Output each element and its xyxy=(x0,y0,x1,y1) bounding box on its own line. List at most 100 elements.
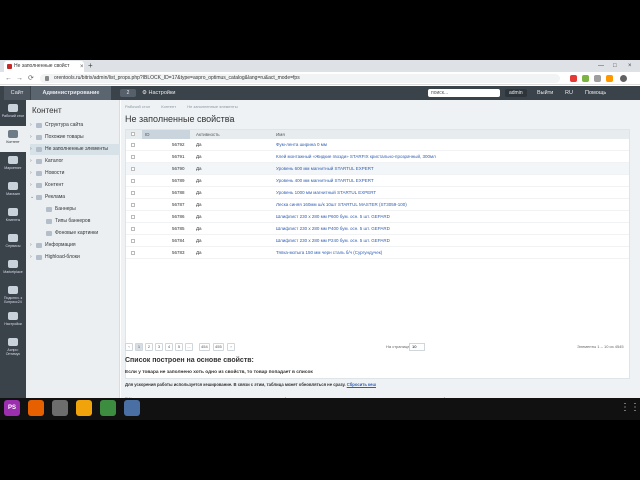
tab-close-icon[interactable]: × xyxy=(80,62,84,72)
select-all-checkbox[interactable] xyxy=(131,132,135,136)
sidebar-item[interactable]: Подключ. к Битрикс24 xyxy=(0,282,26,308)
page-button[interactable]: › xyxy=(227,343,235,351)
tree-item[interactable]: › Не заполненные элементы xyxy=(30,144,120,155)
cell-name-link[interactable]: Клей монтажный «Жидкие гвозди» STARFIX к… xyxy=(276,151,436,163)
column-header-name[interactable]: Имя xyxy=(276,130,285,139)
cell-name-link[interactable]: Фум-лента ширина 0 мм xyxy=(276,139,327,151)
help-link[interactable]: Помощь xyxy=(585,86,606,100)
row-checkbox[interactable] xyxy=(131,143,135,147)
close-window-icon[interactable]: × xyxy=(628,60,632,72)
page-button[interactable]: 1 xyxy=(135,343,143,351)
screenshot-icon[interactable] xyxy=(124,400,140,416)
tree-toggle-icon[interactable]: › xyxy=(30,132,32,143)
table-row[interactable]: 56787 Да Леска синяя 160мм ш/к 10шт STARTU… xyxy=(126,199,629,211)
row-checkbox[interactable] xyxy=(131,203,135,207)
row-checkbox[interactable] xyxy=(131,191,135,195)
table-row[interactable]: 56792 Да Фум-лента ширина 0 мм xyxy=(126,139,629,151)
tree-item[interactable]: Типы баннеров xyxy=(40,216,130,227)
column-header-active[interactable]: Активность xyxy=(196,130,220,139)
tree-toggle-icon[interactable]: › xyxy=(30,180,32,191)
tree-item[interactable]: › Новости xyxy=(30,168,120,179)
sidebar-item[interactable]: Настройки xyxy=(0,308,26,334)
extension-icon[interactable] xyxy=(582,75,589,82)
admin-search-input[interactable]: поиск... xyxy=(428,89,500,97)
tree-item[interactable]: › Каталог xyxy=(30,156,120,167)
cell-name-link[interactable]: Шлифлист 230 х 280 мм P240 бум. осн. 5 ш… xyxy=(276,235,390,247)
new-tab-icon[interactable]: + xyxy=(88,60,93,72)
minimize-icon[interactable]: — xyxy=(598,60,604,72)
profile-icon[interactable] xyxy=(620,75,627,82)
cell-name-link[interactable]: Шлифлист 230 х 280 мм P400 бум. осн. 5 ш… xyxy=(276,223,390,235)
row-checkbox[interactable] xyxy=(131,227,135,231)
tree-item[interactable]: ⌄ Реклама xyxy=(30,192,120,203)
sidebar-item[interactable]: Рабочий стол xyxy=(0,100,26,126)
breadcrumb-item[interactable]: Контент xyxy=(161,104,176,109)
logout-link[interactable]: Выйти xyxy=(537,86,553,100)
cell-name-link[interactable]: Шлифлист 230 х 280 мм P600 бум. осн. 5 ш… xyxy=(276,211,390,223)
browser-tab[interactable]: Не заполненные свойст × xyxy=(4,61,84,72)
row-checkbox[interactable] xyxy=(131,155,135,159)
page-button[interactable]: ‹ xyxy=(125,343,133,351)
row-checkbox[interactable] xyxy=(131,167,135,171)
table-row[interactable]: 56790 Да Уровень 600 мм магнитный STARTUL … xyxy=(126,163,629,175)
forward-icon[interactable]: → xyxy=(16,72,23,85)
language-select[interactable]: RU xyxy=(565,86,573,100)
table-row[interactable]: 56789 Да Уровень 400 мм магнитный STARTUL … xyxy=(126,175,629,187)
sidebar-item[interactable]: Контент xyxy=(0,126,26,152)
page-button[interactable]: 4 xyxy=(165,343,173,351)
reload-icon[interactable]: ⟳ xyxy=(28,72,34,85)
favorite-star-icon[interactable]: ☆ xyxy=(226,114,233,123)
cell-name-link[interactable]: Уровень 400 мм магнитный STARTUL EXPERT xyxy=(276,175,374,187)
page-button[interactable]: 3 xyxy=(155,343,163,351)
tree-item[interactable]: › Контент xyxy=(30,180,120,191)
firefox-icon[interactable] xyxy=(28,400,44,416)
sidebar-item[interactable]: Клиенты xyxy=(0,204,26,230)
table-row[interactable]: 56791 Да Клей монтажный «Жидкие гвозди» ST… xyxy=(126,151,629,163)
row-checkbox[interactable] xyxy=(131,179,135,183)
cell-name-link[interactable]: Тяпка-мотыга 150 мм черн сталь б/ч (Сург… xyxy=(276,247,382,259)
sublime-icon[interactable] xyxy=(76,400,92,416)
row-checkbox[interactable] xyxy=(131,251,135,255)
phpstorm-icon[interactable]: PS xyxy=(4,400,20,416)
tree-item[interactable]: Баннеры xyxy=(40,204,130,215)
page-button[interactable]: 2 xyxy=(145,343,153,351)
page-button[interactable]: 455 xyxy=(213,343,224,351)
extension-icon[interactable] xyxy=(606,75,613,82)
tree-toggle-icon[interactable]: › xyxy=(30,144,32,155)
table-row[interactable]: 56784 Да Шлифлист 230 х 280 мм P240 бум. о… xyxy=(126,235,629,247)
cell-name-link[interactable]: Уровень 600 мм магнитный STARTUL EXPERT xyxy=(276,163,374,175)
sidebar-item[interactable]: Marketplace xyxy=(0,256,26,282)
tree-item[interactable]: › Highload-блоки xyxy=(30,252,120,263)
cell-name-link[interactable]: Леска синяя 160мм ш/к 10шт STARTUL MASTE… xyxy=(276,199,407,211)
extension-icon[interactable] xyxy=(594,75,601,82)
tree-toggle-icon[interactable]: › xyxy=(30,156,32,167)
chrome-icon[interactable] xyxy=(100,400,116,416)
app-grid-icon[interactable]: ⋮⋮ xyxy=(620,402,640,414)
page-button[interactable]: 5 xyxy=(175,343,183,351)
tree-toggle-icon[interactable]: › xyxy=(30,240,32,251)
site-button[interactable]: Сайт xyxy=(4,86,30,100)
extension-icon[interactable] xyxy=(570,75,577,82)
tree-item[interactable]: Фоновые картинки xyxy=(40,228,130,239)
address-bar[interactable]: orentools.ru/bitrix/admin/list_props.php… xyxy=(40,74,560,83)
user-button[interactable]: admin xyxy=(505,89,527,97)
settings-link[interactable]: ⚙ Настройки xyxy=(142,86,175,100)
table-row[interactable]: 56785 Да Шлифлист 230 х 280 мм P400 бум. о… xyxy=(126,223,629,235)
tree-toggle-icon[interactable]: › xyxy=(30,252,32,263)
per-page-select[interactable]: 10 xyxy=(409,343,425,351)
tree-item[interactable]: › Структура сайта xyxy=(30,120,120,131)
tree-item[interactable]: › Похожие товары xyxy=(30,132,120,143)
table-row[interactable]: 56786 Да Шлифлист 230 х 280 мм P600 бум. о… xyxy=(126,211,629,223)
page-button[interactable]: ... xyxy=(185,343,193,351)
tree-toggle-icon[interactable]: ⌄ xyxy=(30,192,34,203)
notifications-badge[interactable]: 2 xyxy=(120,89,136,97)
row-checkbox[interactable] xyxy=(131,239,135,243)
tree-item[interactable]: › Информация xyxy=(30,240,120,251)
files-icon[interactable] xyxy=(52,400,68,416)
sidebar-item[interactable]: Магазин xyxy=(0,178,26,204)
column-header-id[interactable]: ID xyxy=(142,130,190,139)
maximize-icon[interactable]: □ xyxy=(613,60,617,72)
cell-name-link[interactable]: Уровень 1000 мм магнитный STARTUL EXPERT xyxy=(276,187,376,199)
row-checkbox[interactable] xyxy=(131,215,135,219)
admin-button[interactable]: Администрирование xyxy=(31,86,111,100)
